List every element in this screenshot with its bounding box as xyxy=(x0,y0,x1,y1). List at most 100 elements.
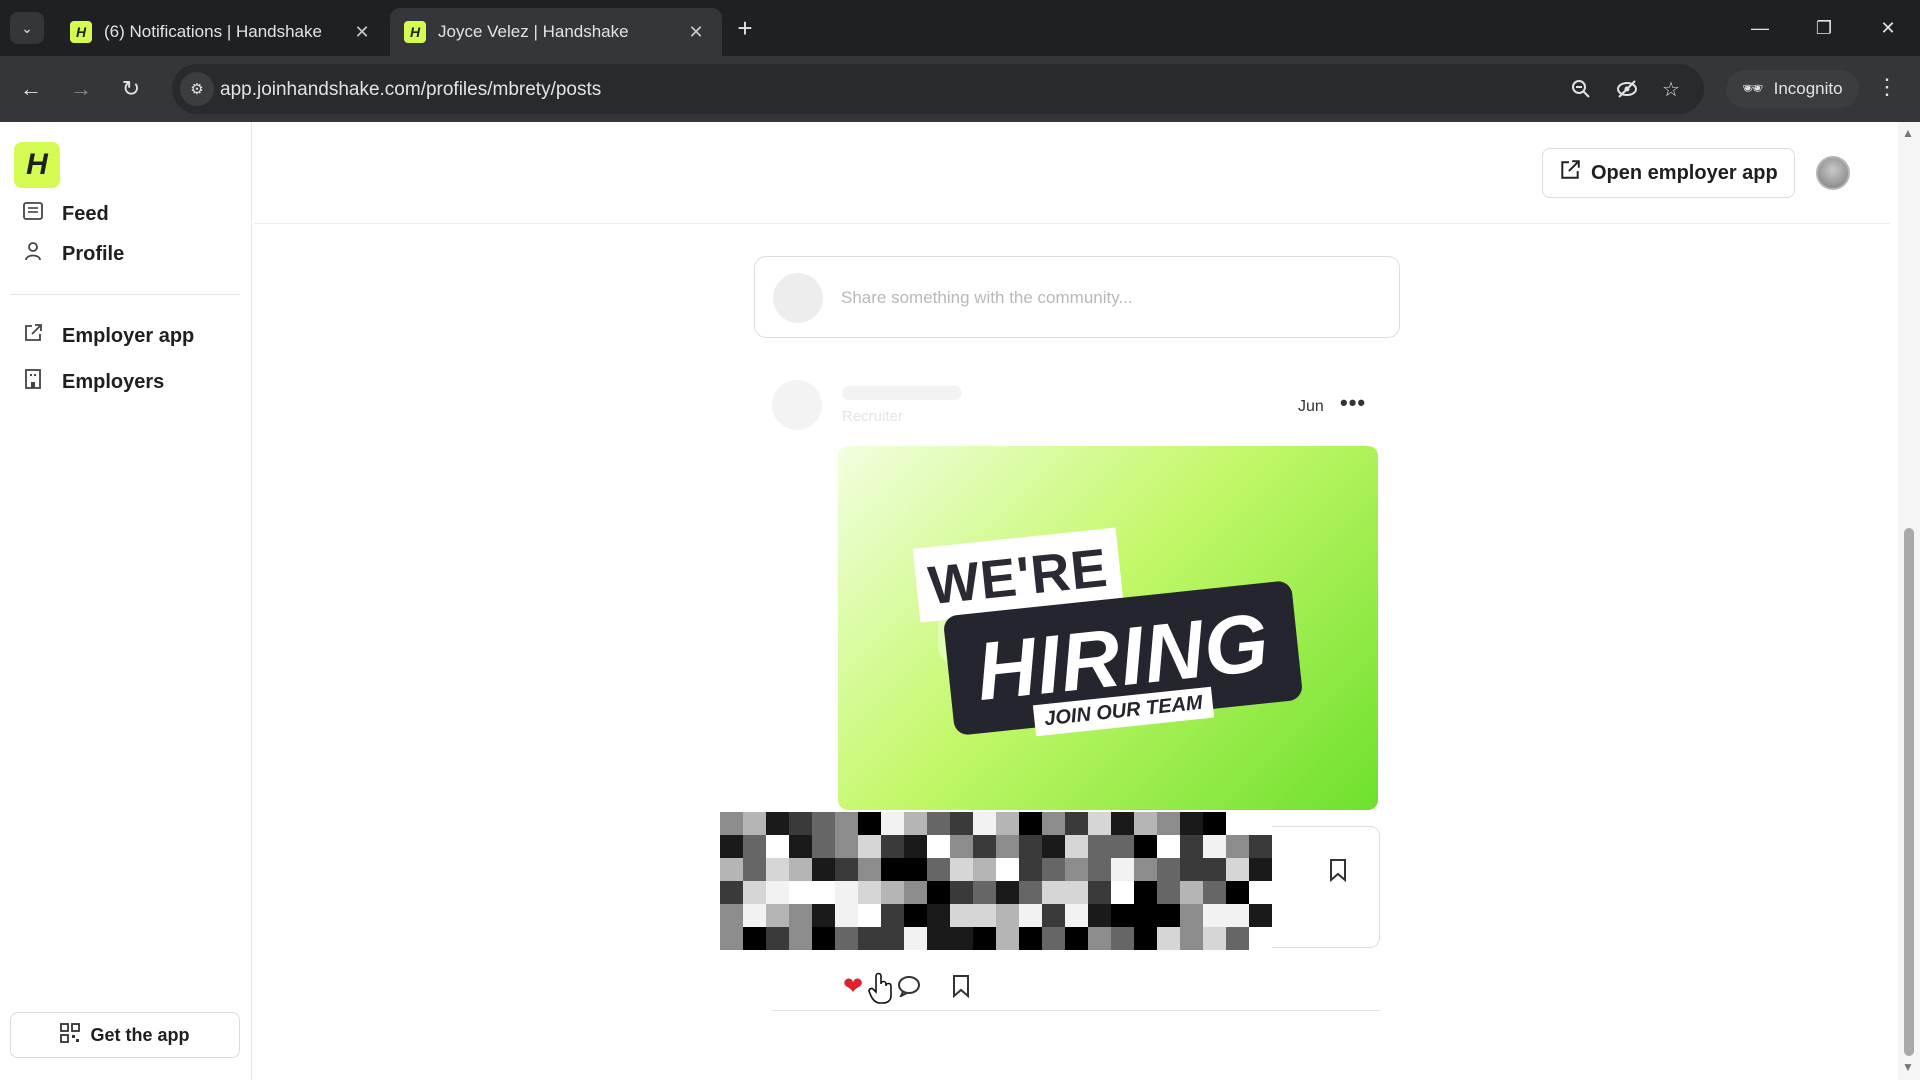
pixel-cell xyxy=(950,812,973,835)
pixel-cell xyxy=(858,835,881,858)
pixel-cell xyxy=(1088,858,1111,881)
pixel-cell xyxy=(766,812,789,835)
window-close-icon[interactable]: ✕ xyxy=(1862,8,1914,48)
handshake-page: H Feed Profile Employer app Employers Ge… xyxy=(0,122,1920,1080)
pixel-cell xyxy=(812,927,835,950)
pixel-cell xyxy=(835,904,858,927)
qr-code-icon xyxy=(60,1022,81,1048)
pixel-cell xyxy=(1180,927,1203,950)
pixel-cell xyxy=(1065,835,1088,858)
pixel-cell xyxy=(881,904,904,927)
page-scrollbar[interactable]: ▲ ▼ xyxy=(1898,122,1920,1080)
scroll-up-icon[interactable]: ▲ xyxy=(1902,126,1914,140)
back-arrow-icon[interactable]: ← xyxy=(14,72,48,106)
pixel-cell xyxy=(858,881,881,904)
browser-tab-joyce-velez[interactable]: H Joyce Velez | Handshake ✕ xyxy=(390,8,722,56)
pixel-cell xyxy=(789,812,812,835)
scrollbar-thumb[interactable] xyxy=(1904,528,1914,1056)
pixel-cell xyxy=(904,812,927,835)
minimize-icon[interactable]: — xyxy=(1734,8,1786,48)
pixel-cell xyxy=(743,835,766,858)
close-icon[interactable]: ✕ xyxy=(350,22,374,43)
sidebar-item-employer-app[interactable]: Employer app xyxy=(22,320,194,352)
pixel-cell xyxy=(858,812,881,835)
pixel-cell xyxy=(950,904,973,927)
pixel-cell xyxy=(973,904,996,927)
pixel-cell xyxy=(1111,858,1134,881)
pixel-cell xyxy=(835,812,858,835)
bookmark-icon[interactable] xyxy=(1324,854,1352,886)
composer-placeholder[interactable]: Share something with the community... xyxy=(841,288,1133,308)
pixel-cell xyxy=(1134,927,1157,950)
post-author-avatar[interactable] xyxy=(772,380,822,430)
pixel-cell xyxy=(1111,927,1134,950)
handshake-logo[interactable]: H xyxy=(14,142,60,188)
open-employer-app-button[interactable]: Open employer app xyxy=(1542,148,1795,198)
scroll-down-icon[interactable]: ▼ xyxy=(1902,1060,1914,1074)
heart-icon[interactable]: ❤ xyxy=(838,971,868,1001)
comment-icon[interactable] xyxy=(894,971,924,1001)
pixel-cell xyxy=(1019,835,1042,858)
pixel-cell xyxy=(1065,881,1088,904)
kebab-menu-icon[interactable]: ⋮ xyxy=(1872,74,1902,104)
pixel-cell xyxy=(1226,835,1249,858)
pixel-cell xyxy=(1134,835,1157,858)
pixel-cell xyxy=(1157,904,1180,927)
pixel-cell xyxy=(1203,858,1226,881)
pixel-cell xyxy=(881,881,904,904)
sidebar-item-feed[interactable]: Feed xyxy=(22,198,109,230)
reload-icon[interactable]: ↻ xyxy=(114,72,148,106)
pixel-cell xyxy=(881,858,904,881)
new-tab-button[interactable]: + xyxy=(730,14,760,44)
pixel-cell xyxy=(1042,835,1065,858)
browser-tab-notifications[interactable]: H (6) Notifications | Handshake ✕ xyxy=(56,8,388,56)
save-icon[interactable] xyxy=(946,971,976,1001)
pixel-cell xyxy=(904,904,927,927)
eye-off-icon[interactable] xyxy=(1612,74,1642,104)
site-info-icon[interactable]: ⚙ xyxy=(180,72,214,106)
pixel-cell xyxy=(1226,904,1249,927)
address-bar[interactable]: ⚙ app.joinhandshake.com/profiles/mbrety/… xyxy=(172,64,1704,114)
restore-icon[interactable]: ❐ xyxy=(1798,8,1850,48)
pixel-cell xyxy=(720,812,743,835)
star-icon[interactable]: ☆ xyxy=(1656,74,1686,104)
sidebar-item-profile[interactable]: Profile xyxy=(22,238,124,270)
pixel-cell xyxy=(1134,904,1157,927)
pixel-cell xyxy=(904,858,927,881)
post-author-name[interactable] xyxy=(842,386,962,400)
url-text[interactable]: app.joinhandshake.com/profiles/mbrety/po… xyxy=(220,79,601,101)
pixel-cell xyxy=(881,927,904,950)
more-options-icon[interactable]: ••• xyxy=(1340,390,1366,416)
sidebar: H Feed Profile Employer app Employers Ge… xyxy=(0,122,252,1080)
get-the-app-button[interactable]: Get the app xyxy=(10,1012,240,1058)
sidebar-item-label: Employers xyxy=(62,370,165,393)
post-composer[interactable]: Share something with the community... xyxy=(754,256,1400,338)
user-avatar[interactable] xyxy=(1816,156,1850,190)
pixel-cell xyxy=(743,904,766,927)
tab-search-button[interactable]: ⌄ xyxy=(10,12,44,44)
pixel-cell xyxy=(766,904,789,927)
pixel-cell xyxy=(973,881,996,904)
pixel-cell xyxy=(1157,812,1180,835)
zoom-icon[interactable] xyxy=(1566,74,1596,104)
pixel-cell xyxy=(904,881,927,904)
pixel-cell xyxy=(789,881,812,904)
pixel-cell xyxy=(1042,858,1065,881)
pixel-cell xyxy=(881,812,904,835)
pixel-cell xyxy=(1180,881,1203,904)
post-author-subtitle: Recruiter xyxy=(842,408,903,425)
sidebar-item-label: Feed xyxy=(62,202,109,225)
chevron-down-icon: ⌄ xyxy=(21,19,33,36)
pixel-cell xyxy=(927,835,950,858)
pixel-cell xyxy=(950,881,973,904)
pixel-cell xyxy=(1249,881,1272,904)
sidebar-item-employers[interactable]: Employers xyxy=(22,366,164,398)
external-link-icon xyxy=(1559,159,1581,187)
pixel-cell xyxy=(835,858,858,881)
close-icon[interactable]: ✕ xyxy=(684,22,708,43)
pixel-cell xyxy=(996,835,1019,858)
post-image[interactable]: WE'RE HIRING JOIN OUR TEAM xyxy=(838,446,1378,810)
incognito-badge[interactable]: 🕶 Incognito xyxy=(1726,70,1859,108)
incognito-icon: 🕶 xyxy=(1742,79,1764,98)
forward-arrow-icon[interactable]: → xyxy=(64,72,98,106)
